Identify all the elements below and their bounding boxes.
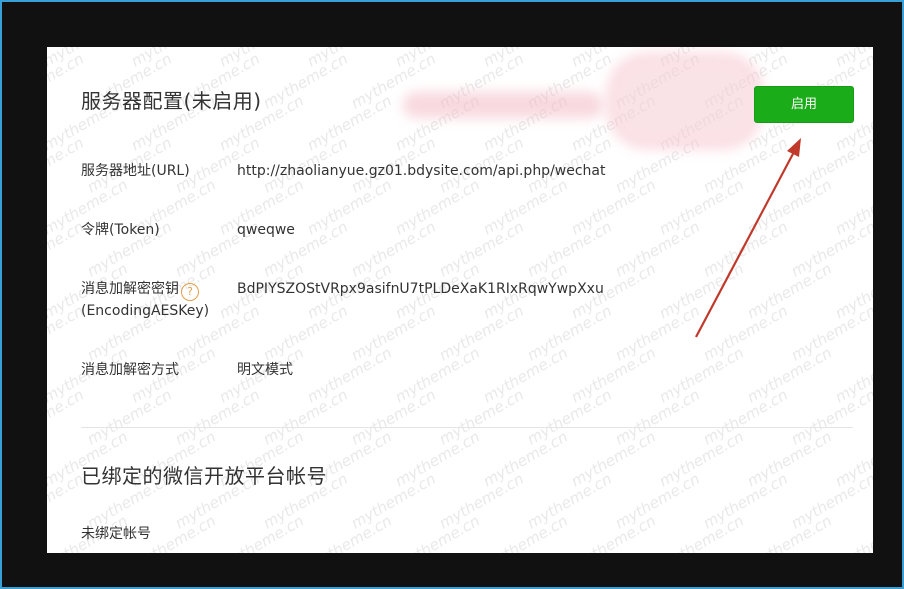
watermark-text: mytheme.cn xyxy=(788,386,873,449)
watermark-text: mytheme.cn xyxy=(348,302,439,365)
watermark-text: mytheme.cn xyxy=(436,302,527,365)
aes-key-label-line2: (EncodingAESKey) xyxy=(81,303,210,319)
watermark-text: mytheme.cn xyxy=(392,512,483,553)
watermark-text: mytheme.cn xyxy=(656,428,747,491)
watermark-text: mytheme.cn xyxy=(832,512,873,553)
server-config-title: 服务器配置(未启用) xyxy=(81,89,262,113)
watermark-text: mytheme.cn xyxy=(832,47,873,70)
watermark-text: mytheme.cn xyxy=(47,47,131,70)
watermark-text: mytheme.cn xyxy=(788,218,873,281)
watermark-text: mytheme.cn xyxy=(524,218,615,281)
watermark-text: mytheme.cn xyxy=(832,344,873,407)
server-url-value: http://zhaolianyue.gz01.bdysite.com/api.… xyxy=(237,163,606,179)
watermark-text: mytheme.cn xyxy=(568,512,659,553)
watermark-text: mytheme.cn xyxy=(568,344,659,407)
watermark-text: mytheme.cn xyxy=(348,218,439,281)
watermark-text: mytheme.cn xyxy=(568,428,659,491)
watermark-text: mytheme.cn xyxy=(348,386,439,449)
watermark-text: mytheme.cn xyxy=(348,470,439,533)
watermark-text: mytheme.cn xyxy=(436,386,527,449)
watermark-text: mytheme.cn xyxy=(304,176,395,239)
watermark-text: mytheme.cn xyxy=(744,260,835,323)
watermark-text: mytheme.cn xyxy=(700,302,791,365)
watermark-text: mytheme.cn xyxy=(788,134,873,197)
watermark-text: mytheme.cn xyxy=(788,470,873,533)
watermark-text: mytheme.cn xyxy=(656,176,747,239)
aes-key-label-line1: 消息加解密密钥 xyxy=(81,281,179,297)
watermark-text: mytheme.cn xyxy=(128,47,219,70)
config-card: mytheme.cn mytheme.cn mytheme.cn mytheme.cn… xyxy=(47,47,873,553)
watermark-text: mytheme.cn xyxy=(744,176,835,239)
watermark-text: mytheme.cn xyxy=(612,302,703,365)
watermark-text: mytheme.cn xyxy=(304,47,395,70)
watermark-text: mytheme.cn xyxy=(216,512,307,553)
help-icon[interactable]: ? xyxy=(181,283,199,301)
watermark-text: mytheme.cn xyxy=(744,47,835,70)
watermark-text: mytheme.cn xyxy=(744,344,835,407)
watermark-text: mytheme.cn xyxy=(568,176,659,239)
watermark-text: mytheme.cn xyxy=(656,344,747,407)
token-value: qweqwe xyxy=(237,222,295,238)
encrypt-mode-value: 明文模式 xyxy=(237,362,293,378)
watermark-text: mytheme.cn xyxy=(260,302,351,365)
watermark-text: mytheme.cn xyxy=(700,218,791,281)
watermark-text: mytheme.cn xyxy=(480,344,571,407)
watermark-text: mytheme.cn xyxy=(524,302,615,365)
watermark-text: mytheme.cn xyxy=(480,428,571,491)
watermark-text: mytheme.cn xyxy=(392,176,483,239)
watermark-text: mytheme.cn xyxy=(304,92,395,155)
watermark-text: mytheme.cn xyxy=(480,512,571,553)
watermark-text: mytheme.cn xyxy=(832,428,873,491)
watermark-text: mytheme.cn xyxy=(84,386,175,449)
redaction-blur xyxy=(403,92,603,118)
watermark-text: mytheme.cn xyxy=(392,47,483,70)
watermark-text: mytheme.cn xyxy=(392,428,483,491)
watermark-text: mytheme.cn xyxy=(392,344,483,407)
watermark-text: mytheme.cn xyxy=(656,260,747,323)
watermark-text: mytheme.cn xyxy=(304,512,395,553)
watermark-text: mytheme.cn xyxy=(436,470,527,533)
watermark-text: mytheme.cn xyxy=(304,344,395,407)
aes-key-value: BdPIYSZOStVRpx9asifnU7tPLDeXaK1RIxRqwYwp… xyxy=(237,281,604,297)
watermark-text: mytheme.cn xyxy=(744,428,835,491)
watermark-text: mytheme.cn xyxy=(524,470,615,533)
watermark-text: mytheme.cn xyxy=(656,512,747,553)
watermark-text: mytheme.cn xyxy=(47,386,87,449)
unbound-status: 未绑定帐号 xyxy=(81,526,151,542)
watermark-text: mytheme.cn xyxy=(172,386,263,449)
watermark-text: mytheme.cn xyxy=(480,47,571,70)
open-platform-title: 已绑定的微信开放平台帐号 xyxy=(81,464,327,488)
enable-button[interactable]: 启用 xyxy=(754,86,854,123)
screenshot-frame: mytheme.cn mytheme.cn mytheme.cn mytheme.cn… xyxy=(0,0,904,589)
watermark-text: mytheme.cn xyxy=(480,176,571,239)
watermark-text: mytheme.cn xyxy=(612,218,703,281)
watermark-text: mytheme.cn xyxy=(788,302,873,365)
watermark-text: mytheme.cn xyxy=(832,260,873,323)
watermark-text: mytheme.cn xyxy=(700,386,791,449)
watermark-text: mytheme.cn xyxy=(612,470,703,533)
watermark-text: mytheme.cn xyxy=(700,470,791,533)
watermark-text: mytheme.cn xyxy=(260,50,351,113)
aes-key-label: 消息加解密密钥? (EncodingAESKey) xyxy=(81,279,209,322)
watermark-text: mytheme.cn xyxy=(216,47,307,70)
section-divider xyxy=(81,427,853,428)
encrypt-mode-label: 消息加解密方式 xyxy=(81,362,179,378)
watermark-text: mytheme.cn xyxy=(260,386,351,449)
watermark-text: mytheme.cn xyxy=(612,386,703,449)
redaction-blur xyxy=(607,53,763,149)
token-label: 令牌(Token) xyxy=(81,222,160,238)
watermark-text: mytheme.cn xyxy=(436,218,527,281)
server-url-label: 服务器地址(URL) xyxy=(81,163,190,179)
watermark-text: mytheme.cn xyxy=(744,512,835,553)
watermark-text: mytheme.cn xyxy=(832,176,873,239)
watermark-text: mytheme.cn xyxy=(524,386,615,449)
